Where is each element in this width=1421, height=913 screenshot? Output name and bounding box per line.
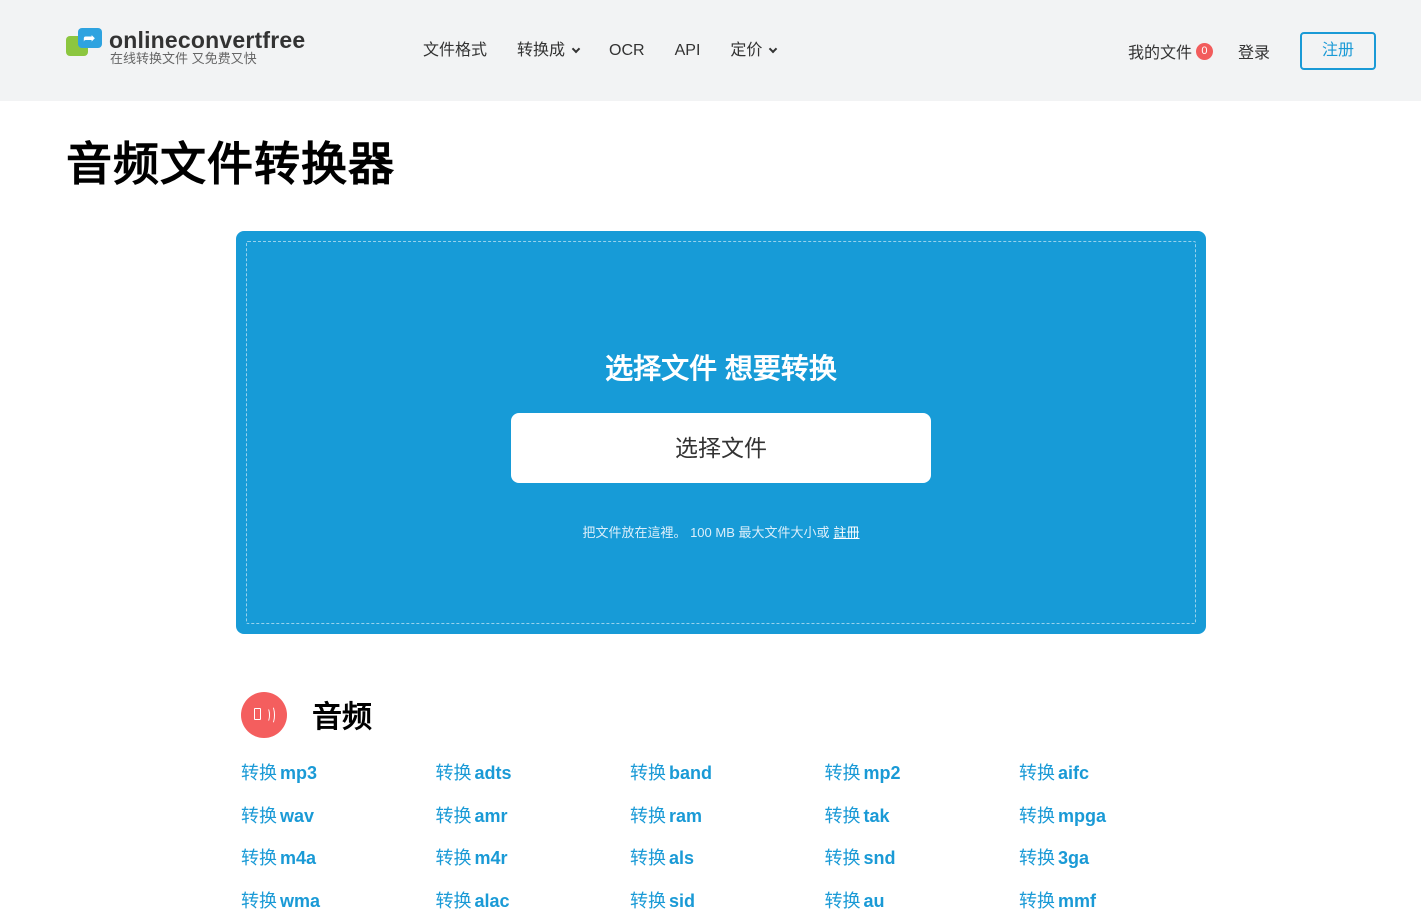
site-header: ➦ onlineconvertfree 在线转换文件 又免费又快 文件格式 转换… (0, 0, 1421, 101)
register-link[interactable]: 註冊 (834, 525, 860, 540)
format-name: band (669, 763, 712, 783)
convert-m4a-link[interactable]: 转换 m4a (241, 844, 436, 887)
convert-prefix: 转换 (630, 805, 666, 826)
main-nav: 文件格式 转换成 OCR API 定价 (423, 40, 806, 62)
nav-label: 转换成 (517, 42, 566, 59)
my-files-link[interactable]: 我的文件 0 (1128, 39, 1213, 63)
convert-mpga-link[interactable]: 转换 mpga (1019, 802, 1214, 845)
format-name: mmf (1058, 891, 1097, 912)
format-name: als (669, 848, 695, 869)
convert-arrows-icon: ➦ (66, 28, 102, 58)
convert-snd-link[interactable]: 转换 snd (825, 844, 1020, 887)
convert-tak-link[interactable]: 转换 tak (825, 802, 1020, 845)
nav-ocr[interactable]: OCR (609, 40, 645, 62)
format-name: 3ga (1058, 848, 1090, 869)
format-name: wma (280, 891, 321, 912)
convert-prefix: 转换 (241, 763, 277, 783)
convert-prefix: 转换 (435, 805, 472, 826)
convert-amr-link[interactable]: 转换 amr (436, 802, 631, 845)
nav-file-formats[interactable]: 文件格式 (423, 40, 487, 62)
format-name: mp3 (280, 763, 318, 783)
logo-name: onlineconvertfree (109, 27, 306, 53)
format-name: aifc (1058, 763, 1090, 783)
upload-dropzone[interactable]: 选择文件 想要转换 选择文件 把文件放在這裡。 100 MB 最大文件大小或 註冊 (236, 231, 1206, 634)
convert-prefix: 转换 (241, 805, 277, 826)
nav-convert-to[interactable]: 转换成 (517, 40, 581, 62)
account-area: 我的文件 0 登录 注册 (1128, 32, 1376, 70)
format-name: amr (474, 805, 508, 826)
nav-pricing[interactable]: 定价 (730, 40, 778, 62)
convert-prefix: 转换 (435, 848, 472, 869)
convert-prefix: 转换 (824, 891, 861, 912)
convert-prefix: 转换 (1019, 805, 1055, 826)
format-link-grid: 转换 mp3 转换 adts 转换 band 转换 mp2 转换 aifc 转换 wav 转换 amr 转换… (241, 759, 1221, 913)
convert-prefix: 转换 (824, 763, 861, 783)
upload-note: 把文件放在這裡。 100 MB 最大文件大小或 註冊 (247, 522, 1195, 541)
upload-note-text: 把文件放在這裡。 100 MB 最大文件大小或 (582, 525, 830, 540)
convert-3ga-link[interactable]: 转换 3ga (1019, 844, 1214, 887)
convert-prefix: 转换 (1019, 848, 1055, 869)
nav-label: 文件格式 (423, 42, 488, 59)
convert-prefix: 转换 (435, 891, 472, 912)
chevron-down-icon (769, 44, 778, 54)
convert-prefix: 转换 (824, 848, 861, 869)
my-files-label: 我的文件 (1127, 45, 1192, 62)
nav-label: API (674, 42, 701, 59)
convert-als-link[interactable]: 转换 als (630, 844, 825, 887)
format-name: ram (669, 805, 703, 826)
format-name: snd (863, 848, 896, 869)
upload-heading: 选择文件 想要转换 (605, 353, 837, 384)
speaker-icon (241, 692, 287, 738)
convert-prefix: 转换 (630, 763, 666, 783)
format-name: sid (669, 891, 696, 912)
register-button[interactable]: 注册 (1300, 32, 1376, 70)
format-name: m4r (474, 848, 508, 869)
logo-tagline: 在线转换文件 又免费又快 (110, 51, 257, 66)
convert-mp2-link[interactable]: 转换 mp2 (825, 759, 1020, 802)
file-count-badge: 0 (1195, 42, 1213, 60)
convert-m4r-link[interactable]: 转换 m4r (436, 844, 631, 887)
convert-prefix: 转换 (241, 848, 277, 869)
convert-ram-link[interactable]: 转换 ram (630, 802, 825, 845)
chevron-down-icon (571, 44, 581, 54)
convert-mp3-link[interactable]: 转换 mp3 (241, 759, 436, 802)
convert-aifc-link[interactable]: 转换 aifc (1019, 759, 1214, 802)
format-name: mpga (1058, 805, 1107, 826)
site-logo[interactable]: ➦ onlineconvertfree 在线转换文件 又免费又快 (66, 28, 305, 66)
convert-prefix: 转换 (1019, 763, 1055, 783)
format-name: au (863, 891, 885, 912)
format-name: alac (474, 891, 510, 912)
convert-prefix: 转换 (1019, 891, 1055, 912)
nav-label: OCR (609, 42, 645, 59)
convert-prefix: 转换 (630, 891, 666, 912)
format-name: wav (280, 805, 315, 826)
format-name: tak (863, 805, 890, 826)
format-name: mp2 (863, 763, 901, 783)
convert-band-link[interactable]: 转换 band (630, 759, 825, 802)
nav-label: 定价 (730, 42, 763, 59)
convert-alac-link[interactable]: 转换 alac (436, 887, 631, 913)
convert-mmf-link[interactable]: 转换 mmf (1019, 887, 1214, 913)
section-title-audio: 音频 (312, 701, 372, 734)
convert-adts-link[interactable]: 转换 adts (436, 759, 631, 802)
convert-sid-link[interactable]: 转换 sid (630, 887, 825, 913)
format-name: m4a (280, 848, 317, 869)
format-name: adts (474, 763, 512, 783)
convert-prefix: 转换 (241, 891, 277, 912)
convert-wma-link[interactable]: 转换 wma (241, 887, 436, 913)
choose-file-button[interactable]: 选择文件 (511, 413, 931, 483)
page-title: 音频文件转换器 (66, 138, 395, 190)
convert-prefix: 转换 (824, 805, 861, 826)
nav-api[interactable]: API (675, 40, 701, 62)
convert-prefix: 转换 (630, 848, 666, 869)
convert-prefix: 转换 (435, 763, 472, 783)
convert-wav-link[interactable]: 转换 wav (241, 802, 436, 845)
dropzone-border: 选择文件 想要转换 选择文件 把文件放在這裡。 100 MB 最大文件大小或 註冊 (246, 241, 1196, 624)
convert-au-link[interactable]: 转换 au (825, 887, 1020, 913)
login-link[interactable]: 登录 (1238, 39, 1270, 63)
